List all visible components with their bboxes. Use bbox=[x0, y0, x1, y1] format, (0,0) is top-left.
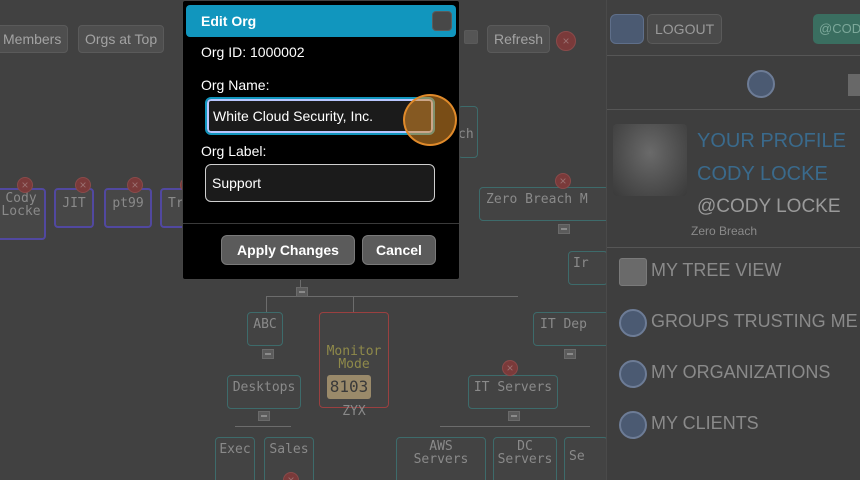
tree-node-aws-servers[interactable]: AWS Servers bbox=[396, 437, 486, 480]
profile-panel: YOUR PROFILE CODY LOCKE @CODY LOCKE Zero… bbox=[607, 110, 860, 248]
close-dialog-button[interactable] bbox=[432, 11, 452, 31]
groups-icon[interactable] bbox=[747, 70, 775, 98]
org-name-input[interactable] bbox=[205, 97, 435, 135]
refresh-button[interactable]: Refresh bbox=[487, 25, 551, 53]
menu-item-my-organizations[interactable]: MY ORGANIZATIONS bbox=[607, 352, 860, 402]
remove-node-icon[interactable]: × bbox=[555, 173, 571, 189]
collapse-icon[interactable] bbox=[296, 287, 308, 297]
dialog-header: Edit Org bbox=[186, 5, 456, 37]
menu-item-groups-trusting-me[interactable]: GROUPS TRUSTING ME bbox=[607, 301, 860, 351]
user-chip[interactable]: @CODY bbox=[813, 14, 860, 44]
tree-node-desktops[interactable]: Desktops bbox=[227, 375, 301, 409]
remove-node-icon[interactable]: × bbox=[17, 177, 33, 193]
menu-item-label: MY ORGANIZATIONS bbox=[651, 362, 831, 382]
panel-toggle-icon[interactable] bbox=[848, 74, 860, 96]
remove-node-icon[interactable]: × bbox=[502, 360, 518, 376]
tree-node-dc-servers[interactable]: DC Servers bbox=[493, 437, 557, 480]
tree-node-it-servers[interactable]: IT Servers bbox=[468, 375, 558, 409]
remove-node-icon[interactable]: × bbox=[75, 177, 91, 193]
profile-handle: @CODY LOCKE bbox=[697, 196, 841, 217]
tree-node-ir[interactable]: Ir bbox=[568, 251, 606, 285]
tree-node-cody-locke[interactable]: Cody Locke bbox=[0, 188, 46, 240]
tree-node-zero-breach[interactable]: Zero Breach M bbox=[479, 187, 606, 221]
zyx-label: ZYX bbox=[342, 404, 366, 419]
remove-node-icon[interactable]: × bbox=[127, 177, 143, 193]
sidebar-header: LOGOUT @CODY bbox=[607, 0, 860, 56]
collapse-icon[interactable] bbox=[262, 349, 274, 359]
collapse-icon[interactable] bbox=[258, 411, 270, 421]
orgs-at-top-button[interactable]: Orgs at Top bbox=[78, 25, 165, 53]
toolbar-toggle-icon[interactable] bbox=[464, 30, 478, 44]
organizations-icon bbox=[619, 360, 647, 388]
monitor-mode-label: Monitor Mode bbox=[326, 344, 382, 372]
tree-node-pt99[interactable]: pt99 bbox=[104, 188, 152, 228]
cloud-logo-icon[interactable] bbox=[610, 14, 644, 44]
profile-name-link[interactable]: CODY LOCKE bbox=[697, 163, 828, 186]
collapse-icon[interactable] bbox=[508, 411, 520, 421]
tree-node-it-dep[interactable]: IT Dep bbox=[533, 312, 606, 346]
profile-org: Zero Breach bbox=[691, 224, 758, 238]
cancel-button[interactable]: Cancel bbox=[362, 235, 436, 265]
sidebar-icon-row bbox=[607, 56, 860, 110]
groups-icon bbox=[619, 309, 647, 337]
collapse-icon[interactable] bbox=[564, 349, 576, 359]
tree-node-monitor-mode[interactable]: Monitor Mode ZYX 8103 bbox=[319, 312, 389, 418]
dialog-divider bbox=[183, 223, 459, 224]
close-tree-icon[interactable]: × bbox=[556, 31, 576, 51]
tree-view-icon bbox=[619, 258, 647, 286]
clients-icon bbox=[619, 411, 647, 439]
sidebar: LOGOUT @CODY YOUR PROFILE CODY LOCKE @CO… bbox=[606, 0, 860, 480]
apply-changes-button[interactable]: Apply Changes bbox=[221, 235, 355, 265]
menu-item-label: MY CLIENTS bbox=[651, 413, 759, 433]
menu-item-my-tree-view[interactable]: MY TREE VIEW bbox=[607, 250, 860, 300]
logout-button[interactable]: LOGOUT bbox=[647, 14, 723, 44]
menu-item-label: GROUPS TRUSTING ME bbox=[651, 311, 858, 331]
dialog-title: Edit Org bbox=[201, 13, 257, 29]
members-button[interactable]: Members bbox=[0, 25, 69, 53]
your-profile-link[interactable]: YOUR PROFILE bbox=[697, 130, 846, 153]
menu-item-my-clients[interactable]: MY CLIENTS bbox=[607, 403, 860, 453]
org-label-label: Org Label: bbox=[201, 143, 267, 159]
tree-node-abc[interactable]: ABC bbox=[247, 312, 283, 346]
tree-node-partial-ch[interactable]: ch bbox=[458, 106, 478, 158]
tree-node-se[interactable]: Se bbox=[564, 437, 606, 480]
org-label-input[interactable] bbox=[205, 164, 435, 202]
tree-node-exec[interactable]: Exec bbox=[215, 437, 255, 480]
menu-item-label: MY TREE VIEW bbox=[651, 260, 782, 280]
tree-node-jit[interactable]: JIT bbox=[54, 188, 94, 228]
org-count-badge: 8103 bbox=[327, 375, 371, 399]
collapse-icon[interactable] bbox=[558, 224, 570, 234]
avatar bbox=[613, 124, 687, 196]
click-highlight bbox=[403, 94, 457, 146]
org-name-label: Org Name: bbox=[201, 77, 270, 93]
org-id-text: Org ID: 1000002 bbox=[201, 44, 305, 60]
